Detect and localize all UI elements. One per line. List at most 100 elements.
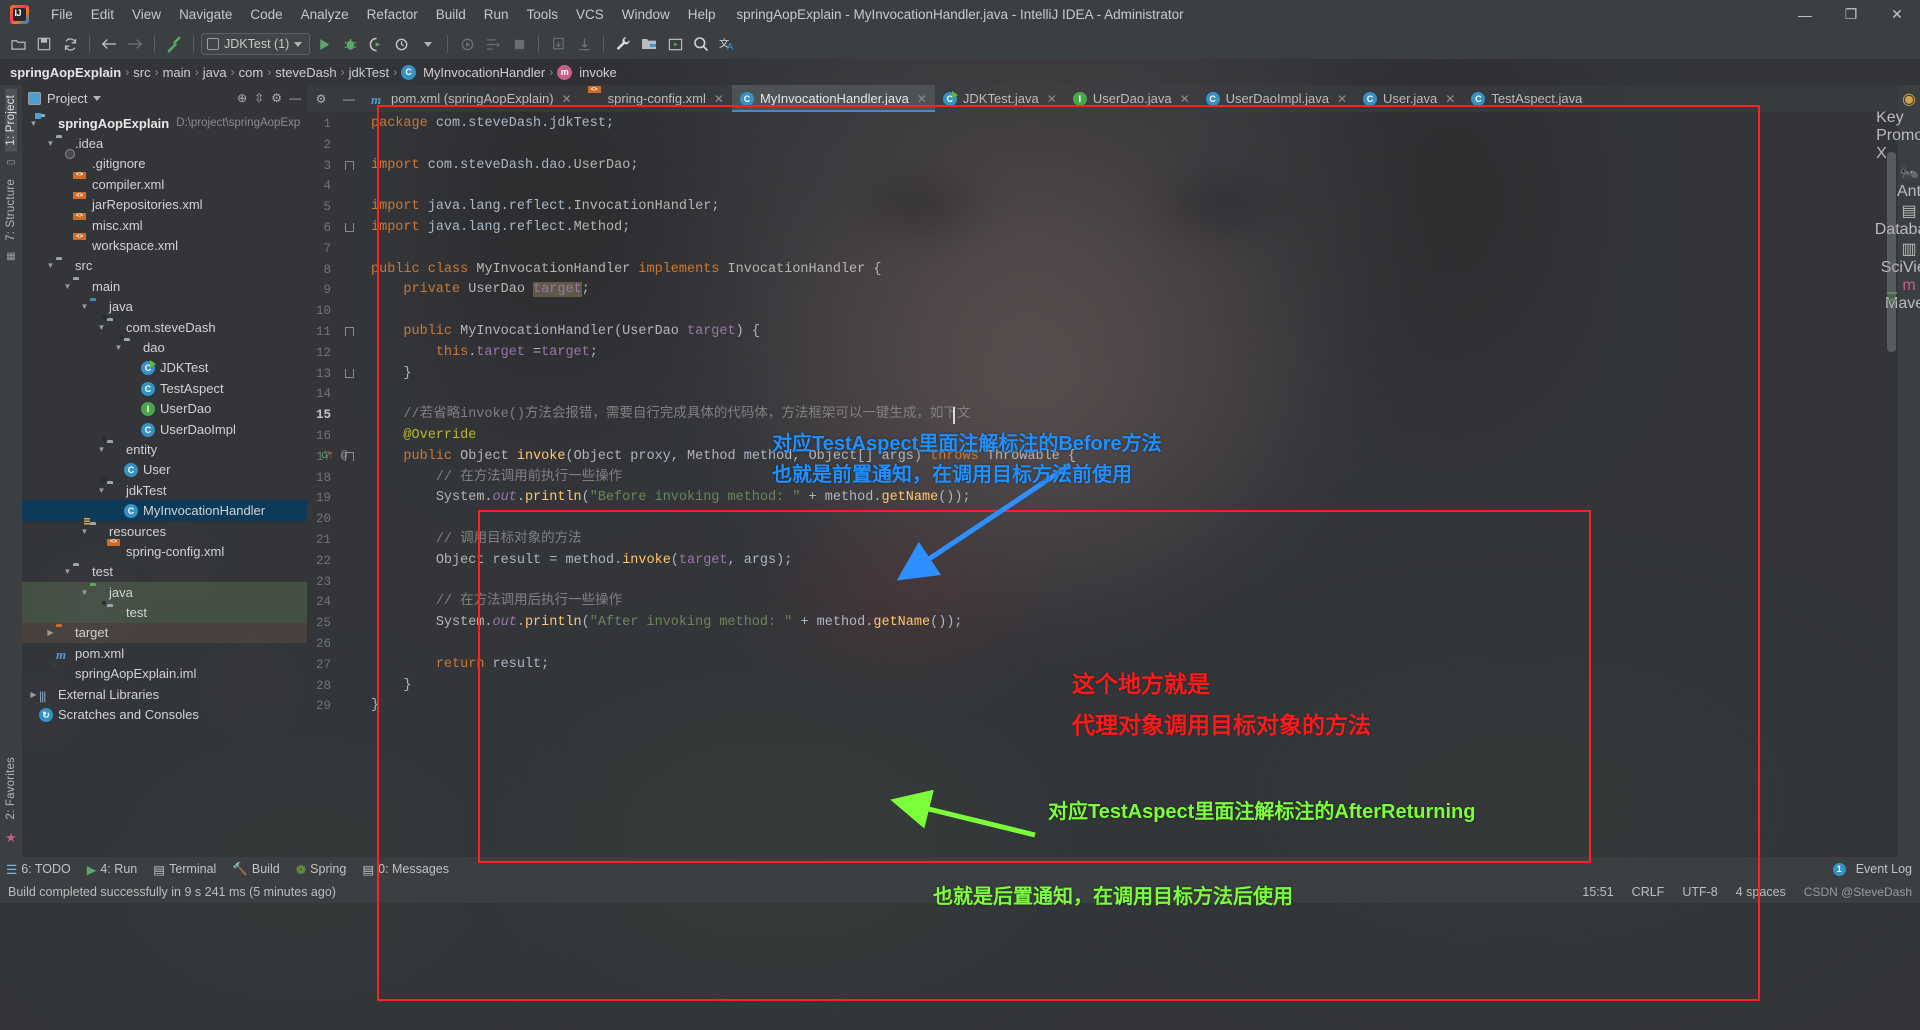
tool-window-todo[interactable]: ☰ 6: TODO: [6, 862, 71, 877]
tree-item-test[interactable]: ▼ test: [22, 562, 307, 582]
tree-item-compiler-xml[interactable]: compiler.xml: [22, 174, 307, 194]
breadcrumb-item-1[interactable]: src: [133, 65, 150, 80]
collapse-all-icon[interactable]: ⇳: [254, 91, 264, 105]
editor-settings-gear-icon[interactable]: ⚙: [307, 85, 335, 112]
minimize-button[interactable]: —: [1782, 0, 1828, 29]
close-tab-icon[interactable]: ✕: [714, 92, 724, 106]
breadcrumb-item-5[interactable]: steveDash: [275, 65, 336, 80]
tree-item-scratches-and-consoles[interactable]: ↻ Scratches and Consoles: [22, 704, 307, 724]
settings-wrench-icon[interactable]: [611, 32, 635, 56]
close-tab-icon[interactable]: ✕: [1445, 92, 1455, 106]
tool-window-run[interactable]: ▶ 4: Run: [87, 862, 137, 877]
scrollbar-thumb[interactable]: [1887, 152, 1896, 352]
tree-expand-arrow-icon[interactable]: ▼: [79, 302, 90, 311]
menu-build[interactable]: Build: [427, 4, 475, 25]
menu-analyze[interactable]: Analyze: [292, 4, 358, 25]
sidebar-item-favorites[interactable]: 2: Favorites: [5, 751, 17, 825]
menu-edit[interactable]: Edit: [82, 4, 123, 25]
profiler-icon[interactable]: [390, 32, 414, 56]
tree-item-dao[interactable]: ▼ dao: [22, 335, 307, 357]
commit-icon[interactable]: [572, 32, 596, 56]
editor-tab-jdktest-java[interactable]: C JDKTest.java ✕: [935, 85, 1065, 112]
run-anything-icon[interactable]: [481, 32, 505, 56]
tree-expand-arrow-icon[interactable]: ▼: [62, 567, 73, 576]
tree-item-workspace-xml[interactable]: workspace.xml: [22, 235, 307, 255]
sidebar-item-ant[interactable]: Ant: [1897, 183, 1920, 201]
override-gutter-icon[interactable]: o↑ @: [321, 450, 347, 462]
tree-item-test[interactable]: test: [22, 600, 307, 623]
profiler-dropdown-icon[interactable]: [416, 32, 440, 56]
tree-item-jdktest[interactable]: ▼ jdkTest: [22, 478, 307, 500]
tree-item-src[interactable]: ▼ src: [22, 256, 307, 276]
tree-expand-arrow-icon[interactable]: ▶: [28, 690, 39, 699]
tree-item-testaspect[interactable]: C TestAspect: [22, 378, 307, 398]
tree-item-java[interactable]: ▼ java: [22, 297, 307, 317]
tree-expand-arrow-icon[interactable]: ▶: [45, 628, 56, 637]
tree-item-resources[interactable]: ▼ resources: [22, 517, 307, 541]
tree-expand-arrow-icon[interactable]: ▼: [62, 282, 73, 291]
code-editor[interactable]: 1 2 3 4 5 6 7 8 9 10 11 12 13 14 15 16 17 18 19 20 21 22 23 24 2…: [307, 112, 1898, 857]
tree-item-jarrepositories-xml[interactable]: jarRepositories.xml: [22, 195, 307, 215]
run-configuration-selector[interactable]: JDKTest (1): [201, 33, 311, 55]
editor-tab-bar[interactable]: ⚙ — m pom.xml (springAopExplain) ✕ spring-con…: [307, 85, 1898, 112]
close-tab-icon[interactable]: ✕: [1180, 92, 1190, 106]
editor-gutter[interactable]: 1 2 3 4 5 6 7 8 9 10 11 12 13 14 15 16 17 18 19 20 21 22 23 24 2…: [307, 112, 361, 857]
tree-item-userdao[interactable]: I UserDao: [22, 398, 307, 418]
menu-navigate[interactable]: Navigate: [170, 4, 241, 25]
hide-panel-icon[interactable]: —: [289, 91, 301, 105]
attach-icon[interactable]: [455, 32, 479, 56]
debug-icon[interactable]: [338, 32, 362, 56]
tree-item-springaopexplain[interactable]: ▼ springAopExplain D:\project\springAopExp: [22, 112, 307, 133]
menu-tools[interactable]: Tools: [518, 4, 568, 25]
menu-file[interactable]: File: [42, 4, 82, 25]
tool-window-build[interactable]: 🔨 Build: [232, 862, 279, 877]
editor-tab-pom-xml-springaopexplain-[interactable]: m pom.xml (springAopExplain) ✕: [363, 85, 580, 112]
breadcrumb-item-2[interactable]: main: [163, 65, 191, 80]
menu-window[interactable]: Window: [613, 4, 679, 25]
close-tab-icon[interactable]: ✕: [562, 92, 572, 106]
menu-help[interactable]: Help: [679, 4, 725, 25]
tree-item-main[interactable]: ▼ main: [22, 276, 307, 296]
tool-window-spring[interactable]: ❁ Spring: [296, 862, 347, 877]
sidebar-item-project[interactable]: 1: Project: [5, 89, 17, 152]
maximize-button[interactable]: ❐: [1828, 0, 1874, 29]
breadcrumb-item-4[interactable]: com: [239, 65, 264, 80]
open-folder-icon[interactable]: [6, 32, 30, 56]
code-fold-marker[interactable]: [345, 160, 354, 170]
editor-code[interactable]: package com.steveDash.jdkTest; import com…: [361, 112, 1884, 857]
close-button[interactable]: ✕: [1874, 0, 1920, 29]
status-line-separator[interactable]: CRLF: [1632, 885, 1665, 899]
code-fold-marker[interactable]: [345, 368, 354, 378]
tree-item-spring-config-xml[interactable]: spring-config.xml: [22, 541, 307, 561]
event-log-label[interactable]: Event Log: [1856, 862, 1912, 876]
tree-item-pom-xml[interactable]: m pom.xml: [22, 643, 307, 663]
tree-item-target[interactable]: ▶ target: [22, 622, 307, 644]
editor-tab-user-java[interactable]: C User.java ✕: [1355, 85, 1463, 112]
editor-tab-userdao-java[interactable]: I UserDao.java ✕: [1065, 85, 1198, 112]
tree-expand-arrow-icon[interactable]: ▼: [113, 343, 124, 352]
breadcrumb-item-8[interactable]: invoke: [579, 65, 617, 80]
menu-view[interactable]: View: [123, 4, 170, 25]
save-icon[interactable]: [32, 32, 56, 56]
forward-arrow-icon[interactable]: [123, 32, 147, 56]
tool-window-terminal[interactable]: ▤ Terminal: [153, 862, 216, 877]
tree-item-com-stevedash[interactable]: ▼ com.steveDash: [22, 315, 307, 337]
update-project-icon[interactable]: [546, 32, 570, 56]
breadcrumb-item-3[interactable]: java: [203, 65, 227, 80]
code-fold-marker[interactable]: [345, 327, 354, 336]
search-everywhere-icon[interactable]: [689, 32, 713, 56]
close-tab-icon[interactable]: ✕: [917, 92, 927, 106]
editor-tab-myinvocationhandler-java[interactable]: C MyInvocationHandler.java ✕: [731, 85, 935, 112]
status-encoding[interactable]: UTF-8: [1682, 885, 1717, 899]
menu-vcs[interactable]: VCS: [567, 4, 613, 25]
editor-scrollbar[interactable]: [1884, 112, 1898, 857]
build-hammer-icon[interactable]: [162, 32, 186, 56]
tree-expand-arrow-icon[interactable]: ▼: [28, 119, 39, 128]
sync-icon[interactable]: [58, 32, 82, 56]
stop-icon[interactable]: [507, 32, 531, 56]
close-tab-icon[interactable]: ✕: [1337, 92, 1347, 106]
close-tab-icon[interactable]: ✕: [1047, 92, 1057, 106]
tree-item--gitignore[interactable]: .gitignore: [22, 154, 307, 174]
editor-tab-spring-config-xml[interactable]: spring-config.xml ✕: [580, 85, 732, 112]
tree-expand-arrow-icon[interactable]: ▼: [96, 445, 107, 454]
